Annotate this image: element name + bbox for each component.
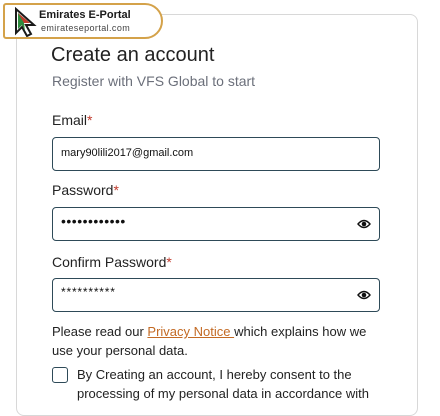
page-title: Create an account: [51, 44, 215, 66]
notice-before: Please read our: [52, 324, 148, 339]
eye-icon[interactable]: [357, 218, 371, 230]
emirates-eportal-watermark: Emirates E-Portal emirateseportal.com: [3, 3, 163, 39]
cursor-arrow-logo-icon: [15, 7, 37, 37]
consent-text: By Creating an account, I hereby consent…: [77, 367, 369, 401]
password-field[interactable]: ••••••••••••: [52, 207, 380, 241]
required-marker: *: [87, 112, 93, 128]
email-field[interactable]: mary90lili2017@gmail.com: [52, 137, 380, 171]
email-label-text: Email: [52, 112, 88, 128]
password-value: ••••••••••••: [61, 213, 126, 229]
password-label: Password*: [52, 182, 119, 198]
page-subtitle: Register with VFS Global to start: [52, 73, 256, 89]
privacy-notice-link[interactable]: Privacy Notice: [147, 324, 234, 339]
confirm-password-field[interactable]: **********: [52, 278, 380, 312]
required-marker: *: [113, 182, 119, 198]
required-marker: *: [166, 254, 172, 270]
consent-checkbox[interactable]: [52, 367, 68, 383]
eye-icon[interactable]: [357, 289, 371, 301]
logo-subtitle: emirateseportal.com: [41, 23, 131, 33]
confirm-password-label-text: Confirm Password: [52, 254, 167, 270]
password-label-text: Password: [52, 182, 114, 198]
logo-title: Emirates E-Portal: [39, 9, 131, 21]
confirm-password-label: Confirm Password*: [52, 254, 172, 270]
confirm-password-value: **********: [61, 285, 116, 299]
privacy-notice-text: Please read our Privacy Notice which exp…: [52, 322, 382, 360]
email-label: Email*: [52, 112, 92, 128]
email-value: mary90lili2017@gmail.com: [61, 147, 194, 159]
